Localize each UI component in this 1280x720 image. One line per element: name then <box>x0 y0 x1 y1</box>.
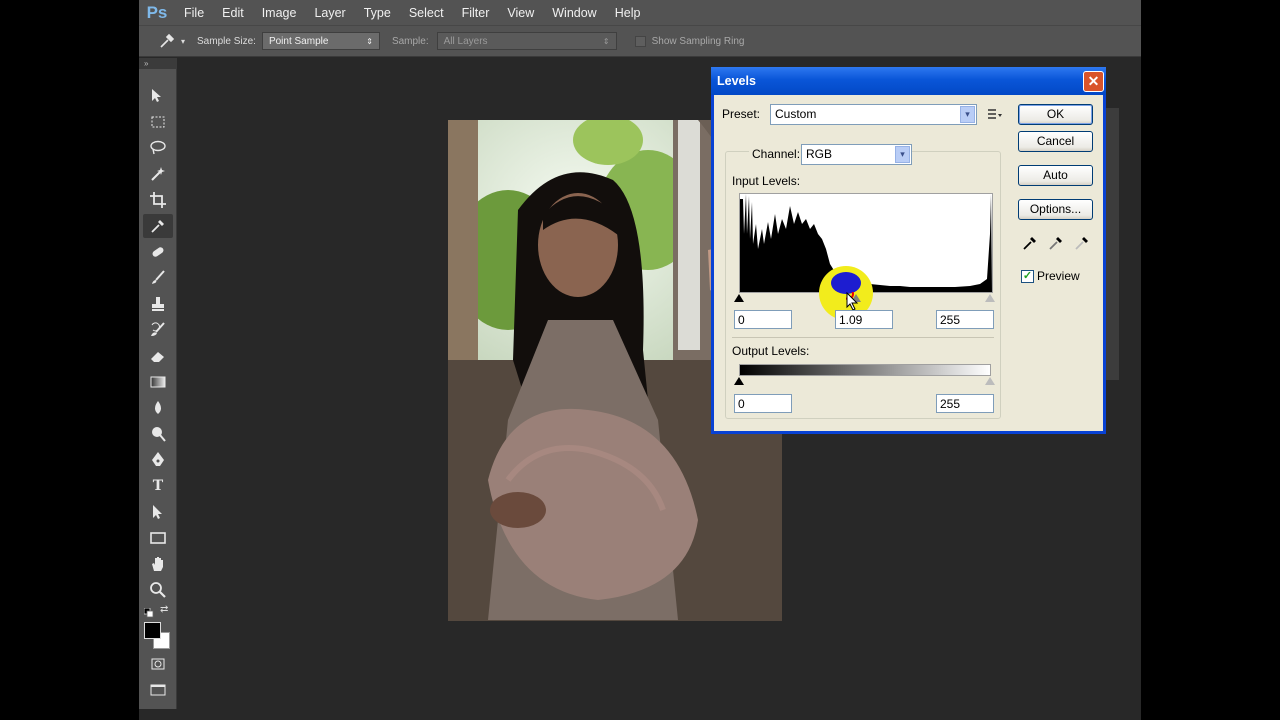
gray-point-eyedropper-icon[interactable] <box>1047 234 1065 252</box>
channel-label: Channel: <box>749 147 804 161</box>
menu-file[interactable]: File <box>175 6 213 20</box>
output-white-field[interactable] <box>936 394 994 413</box>
menu-layer[interactable]: Layer <box>305 6 354 20</box>
input-levels-label: Input Levels: <box>732 174 801 188</box>
dropdown-arrow-icon: ▾ <box>960 106 975 123</box>
menu-bar: Ps File Edit Image Layer Type Select Fil… <box>139 0 1141 25</box>
sample-value: All Layers <box>443 35 488 47</box>
spot-healing-tool-icon[interactable] <box>143 240 173 264</box>
clone-stamp-tool-icon[interactable] <box>143 292 173 316</box>
black-point-eyedropper-icon[interactable] <box>1021 234 1039 252</box>
blur-tool-icon[interactable] <box>143 396 173 420</box>
input-white-field[interactable] <box>936 310 994 329</box>
levels-dialog: Levels ✕ Preset: Custom ▾ Channel: RGB ▾… <box>711 67 1106 434</box>
cursor-highlight-inner <box>831 272 861 294</box>
tools-panel-header[interactable]: » <box>139 58 177 69</box>
rectangle-tool-icon[interactable] <box>143 526 173 550</box>
input-black-slider[interactable] <box>734 294 744 302</box>
sample-size-value: Point Sample <box>268 35 329 47</box>
sample-size-label: Sample Size: <box>197 35 256 47</box>
sample-label: Sample: <box>391 35 429 47</box>
white-point-eyedropper-icon[interactable] <box>1073 234 1091 252</box>
ok-button[interactable]: OK <box>1018 104 1093 125</box>
path-select-tool-icon[interactable] <box>143 500 173 524</box>
menu-type[interactable]: Type <box>355 6 400 20</box>
menu-help[interactable]: Help <box>606 6 650 20</box>
marquee-tool-icon[interactable] <box>143 110 173 134</box>
quick-mask-icon[interactable] <box>143 652 173 676</box>
default-colors-icon[interactable] <box>143 605 154 618</box>
preset-select[interactable]: Custom ▾ <box>770 104 977 125</box>
brush-tool-icon[interactable] <box>143 266 173 290</box>
tools-panel: T ⇄ <box>139 69 177 709</box>
levels-title-bar[interactable]: Levels ✕ <box>711 67 1106 95</box>
sampling-ring-label: Show Sampling Ring <box>651 35 745 47</box>
gradient-tool-icon[interactable] <box>143 370 173 394</box>
crop-tool-icon[interactable] <box>143 188 173 212</box>
menu-window[interactable]: Window <box>543 6 605 20</box>
pen-tool-icon[interactable] <box>143 448 173 472</box>
separator <box>732 337 994 338</box>
channel-select[interactable]: RGB ▾ <box>801 144 912 165</box>
history-brush-tool-icon[interactable] <box>143 318 173 342</box>
input-white-slider[interactable] <box>985 294 995 302</box>
lasso-tool-icon[interactable] <box>143 136 173 160</box>
menu-view[interactable]: View <box>498 6 543 20</box>
type-tool-icon[interactable]: T <box>143 474 173 498</box>
menu-filter[interactable]: Filter <box>453 6 499 20</box>
options-bar: ▾ Sample Size: Point Sample ⇕ Sample: Al… <box>139 25 1141 57</box>
dropdown-arrow-icon: ▾ <box>895 146 910 163</box>
dodge-tool-icon[interactable] <box>143 422 173 446</box>
menu-edit[interactable]: Edit <box>213 6 253 20</box>
preview-checkbox[interactable]: ✓ <box>1021 270 1034 283</box>
preset-options-icon[interactable] <box>987 107 1003 121</box>
zoom-tool-icon[interactable] <box>143 578 173 602</box>
hand-tool-icon[interactable] <box>143 552 173 576</box>
preset-label: Preset: <box>722 107 761 121</box>
preset-value: Custom <box>775 107 817 121</box>
options-button[interactable]: Options... <box>1018 199 1093 220</box>
auto-button[interactable]: Auto <box>1018 165 1093 186</box>
sample-select[interactable]: All Layers ⇕ <box>436 32 617 50</box>
output-black-slider[interactable] <box>734 377 744 385</box>
swap-colors-icon[interactable]: ⇄ <box>160 604 168 615</box>
input-gamma-field[interactable] <box>835 310 893 329</box>
sample-size-select[interactable]: Point Sample ⇕ <box>261 32 380 50</box>
collapsed-panels-strip[interactable] <box>1105 108 1119 380</box>
output-gradient-bar <box>739 364 991 376</box>
input-black-field[interactable] <box>734 310 792 329</box>
eraser-tool-icon[interactable] <box>143 344 173 368</box>
menu-select[interactable]: Select <box>400 6 453 20</box>
close-button[interactable]: ✕ <box>1083 71 1104 92</box>
select-arrows-icon: ⇕ <box>602 36 610 46</box>
eyedropper-tool-icon[interactable] <box>143 214 173 238</box>
cancel-button[interactable]: Cancel <box>1018 131 1093 152</box>
photoshop-logo: Ps <box>146 2 168 22</box>
move-tool-icon[interactable] <box>143 84 173 108</box>
foreground-color-swatch[interactable] <box>144 622 161 639</box>
select-arrows-icon: ⇕ <box>366 36 373 46</box>
output-black-field[interactable] <box>734 394 792 413</box>
output-white-slider[interactable] <box>985 377 995 385</box>
output-levels-label: Output Levels: <box>732 344 810 358</box>
menu-image[interactable]: Image <box>253 6 306 20</box>
preview-label: Preview <box>1037 269 1080 283</box>
levels-title: Levels <box>717 74 756 88</box>
options-eyedropper-icon[interactable] <box>159 33 181 49</box>
sampling-ring-checkbox[interactable] <box>634 35 646 47</box>
screen-mode-icon[interactable] <box>143 678 173 702</box>
channel-value: RGB <box>806 147 833 161</box>
quick-select-tool-icon[interactable] <box>143 162 173 186</box>
tool-preset-chevron-icon[interactable]: ▾ <box>181 37 185 46</box>
